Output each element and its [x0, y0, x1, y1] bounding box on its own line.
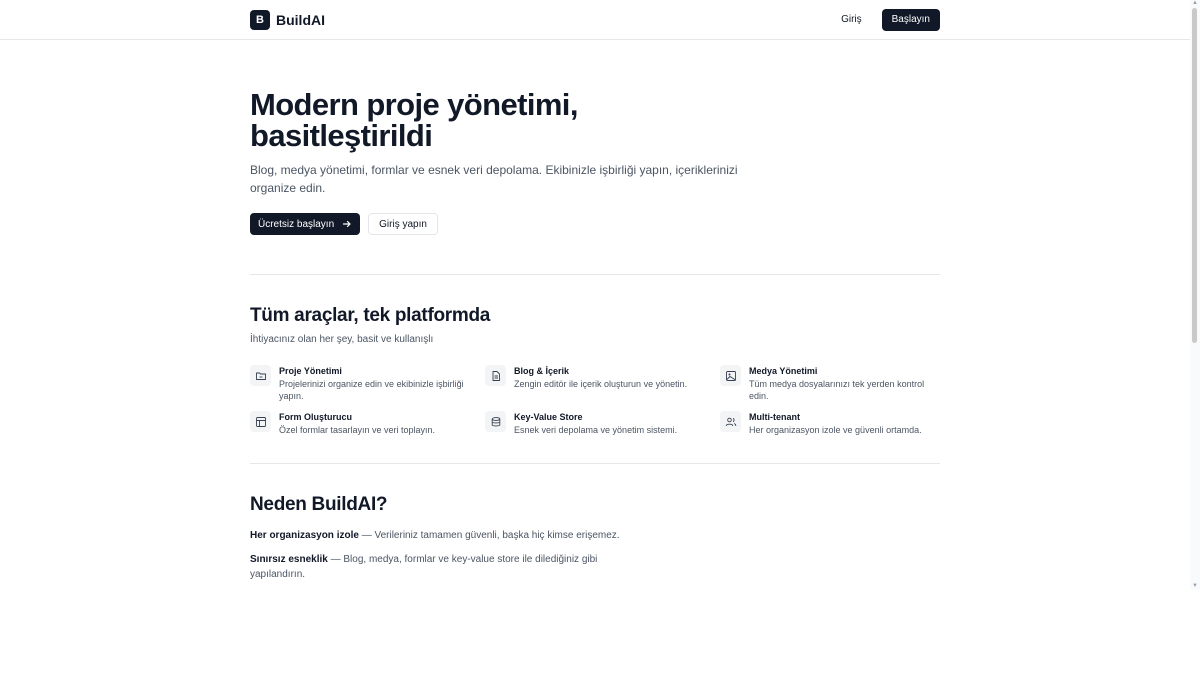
why-item-strong: Sınırsız esneklik — [250, 554, 328, 565]
login-link[interactable]: Giriş — [841, 14, 862, 25]
scroll-up-arrow-icon[interactable]: ▲ — [1192, 0, 1198, 6]
feature-title: Medya Yönetimi — [749, 366, 818, 376]
feature-title: Multi-tenant — [749, 412, 800, 422]
why-item: Sınırsız esneklik — Blog, medya, formlar… — [250, 552, 630, 582]
login-button[interactable]: Giriş yapın — [368, 213, 438, 235]
feature-card: Multi-tenant Her organizasyon izole ve g… — [720, 411, 940, 436]
users-icon — [720, 411, 741, 432]
feature-desc: Esnek veri depolama ve yönetim sistemi. — [514, 425, 678, 435]
why-item-strong: Her organizasyon izole — [250, 530, 359, 541]
scroll-down-arrow-icon[interactable]: ▼ — [1192, 583, 1198, 589]
features-section: Tüm araçlar, tek platformda İhtiyacınız … — [0, 275, 1190, 436]
feature-title: Key-Value Store — [514, 412, 583, 422]
hero-section: Modern proje yönetimi, basitleştirildi B… — [0, 40, 1190, 235]
start-free-button[interactable]: Ücretsiz başlayın — [250, 213, 361, 235]
brand-logo: B — [250, 9, 270, 30]
feature-desc: Tüm medya dosyalarınızı tek yerden kontr… — [749, 379, 925, 401]
divider-wrap-2 — [250, 463, 940, 464]
feature-card: Blog & İçerik Zengin editör ile içerik o… — [485, 365, 720, 402]
layout-icon — [250, 411, 271, 432]
page-scrollbar[interactable]: ▲ ▼ — [1190, 0, 1200, 590]
brand-name: BuildAI — [276, 11, 325, 28]
why-title: Neden BuildAI? — [250, 494, 388, 515]
database-icon — [485, 411, 506, 432]
hero-description: Blog, medya yönetimi, formlar ve esnek v… — [250, 163, 738, 195]
feature-card: Form Oluşturucu Özel formlar tasarlayın … — [250, 411, 485, 436]
get-started-button[interactable]: Başlayın — [881, 8, 940, 31]
feature-title: Blog & İçerik — [514, 366, 570, 376]
header-nav: Giriş Başlayın — [841, 8, 940, 31]
scrollbar-thumb[interactable] — [1192, 8, 1197, 343]
hero-actions: Ücretsiz başlayın Giriş yapın — [250, 213, 940, 235]
feature-desc: Projelerinizi organize edin ve ekibinizl… — [279, 379, 464, 401]
feature-card: Proje Yönetimi Projelerinizi organize ed… — [250, 365, 485, 402]
section-divider — [250, 274, 940, 275]
site-header: B BuildAI Giriş Başlayın — [0, 0, 1190, 40]
browser-viewport: B BuildAI Giriş Başlayın Modern proje yö… — [0, 0, 1200, 675]
features-title: Tüm araçlar, tek platformda — [250, 305, 491, 326]
feature-title: Proje Yönetimi — [279, 366, 342, 376]
hero-title: Modern proje yönetimi, basitleştirildi — [250, 87, 578, 153]
folder-icon — [250, 365, 271, 386]
feature-card: Medya Yönetimi Tüm medya dosyalarınızı t… — [720, 365, 940, 402]
image-icon — [720, 365, 741, 386]
divider-wrap-1 — [250, 274, 940, 275]
why-item-text: — Verileriniz tamamen güvenli, başka hiç… — [358, 530, 620, 541]
feature-desc: Zengin editör ile içerik oluşturun ve yö… — [514, 379, 688, 389]
feature-desc: Özel formlar tasarlayın ve veri toplayın… — [279, 425, 436, 435]
brand-link[interactable]: B BuildAI — [250, 9, 325, 30]
start-free-label: Ücretsiz başlayın — [258, 218, 335, 230]
feature-title: Form Oluşturucu — [279, 412, 353, 422]
why-section: Neden BuildAI? Her organizasyon izole — … — [0, 464, 1190, 582]
features-grid: Proje Yönetimi Projelerinizi organize ed… — [250, 365, 940, 436]
feature-desc: Her organizasyon izole ve güvenli ortamd… — [749, 425, 922, 435]
document-icon — [485, 365, 506, 386]
feature-card: Key-Value Store Esnek veri depolama ve y… — [485, 411, 720, 436]
arrow-right-icon — [343, 220, 351, 228]
page: B BuildAI Giriş Başlayın Modern proje yö… — [0, 0, 1190, 590]
features-subtitle: İhtiyacınız olan her şey, basit ve kulla… — [250, 334, 434, 345]
why-item: Her organizasyon izole — Verileriniz tam… — [250, 528, 630, 543]
section-divider — [250, 463, 940, 464]
